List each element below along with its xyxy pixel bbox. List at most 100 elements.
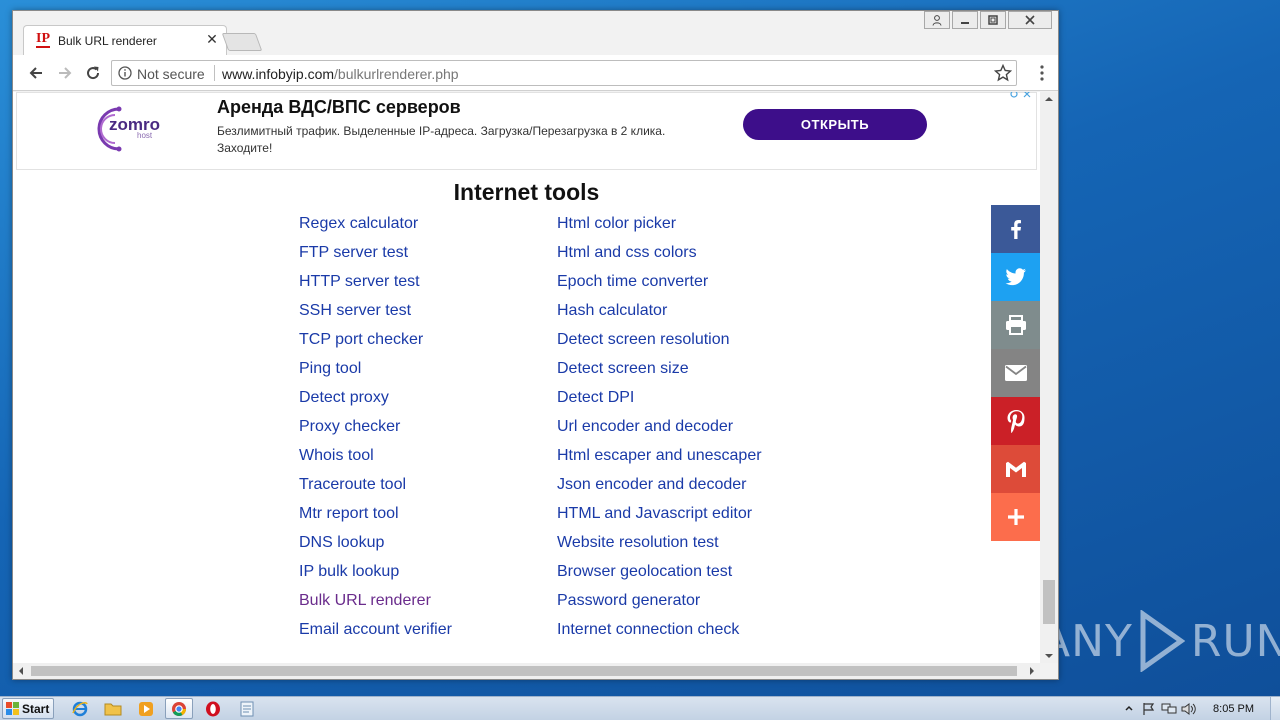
ad-logo-subtext: host bbox=[137, 131, 153, 140]
folder-icon bbox=[104, 703, 122, 715]
tab-close-icon[interactable]: ✕ bbox=[204, 31, 220, 47]
share-twitter-button[interactable] bbox=[991, 253, 1040, 301]
ad-title[interactable]: Аренда ВДС/ВПС серверов bbox=[217, 97, 461, 118]
minimize-button[interactable] bbox=[952, 11, 978, 29]
tool-link-epoch-time-converter[interactable]: Epoch time converter bbox=[557, 273, 762, 302]
tool-link-whois-tool[interactable]: Whois tool bbox=[299, 447, 452, 476]
tool-link-traceroute-tool[interactable]: Traceroute tool bbox=[299, 476, 452, 505]
vertical-scroll-thumb[interactable] bbox=[1043, 580, 1055, 624]
share-gmail-button[interactable] bbox=[991, 445, 1040, 493]
tray-volume[interactable] bbox=[1179, 699, 1199, 719]
tool-link-password-generator[interactable]: Password generator bbox=[557, 592, 762, 621]
ad-choices-icon[interactable] bbox=[1008, 92, 1034, 99]
tray-expand[interactable] bbox=[1119, 699, 1139, 719]
taskbar-chrome[interactable] bbox=[165, 698, 193, 719]
restore-button[interactable] bbox=[980, 11, 1006, 29]
tool-link-detect-screen-size[interactable]: Detect screen size bbox=[557, 360, 762, 389]
scroll-up-icon[interactable] bbox=[1044, 96, 1054, 102]
network-icon bbox=[1161, 703, 1177, 713]
watermark-right: RUN bbox=[1190, 615, 1280, 667]
arrow-right-icon bbox=[59, 67, 72, 79]
tool-link-html-escaper-and-unescaper[interactable]: Html escaper and unescaper bbox=[557, 447, 762, 476]
taskbar-notepad[interactable] bbox=[233, 698, 261, 719]
tool-link-detect-dpi[interactable]: Detect DPI bbox=[557, 389, 762, 418]
taskbar-opera[interactable] bbox=[199, 698, 227, 719]
url-text[interactable]: www.infobyip.com/bulkurlrenderer.php bbox=[222, 66, 459, 82]
tool-link-json-encoder-and-decoder[interactable]: Json encoder and decoder bbox=[557, 476, 762, 505]
tool-link-tcp-port-checker[interactable]: TCP port checker bbox=[299, 331, 452, 360]
tool-link-dns-lookup[interactable]: DNS lookup bbox=[299, 534, 452, 563]
tool-link-detect-proxy[interactable]: Detect proxy bbox=[299, 389, 452, 418]
new-tab-button[interactable] bbox=[221, 33, 263, 51]
internet-explorer-icon bbox=[72, 701, 88, 716]
tool-link-html-and-css-colors[interactable]: Html and css colors bbox=[557, 244, 762, 273]
chrome-icon bbox=[172, 701, 186, 716]
profile-button[interactable] bbox=[924, 11, 950, 29]
scroll-right-icon[interactable] bbox=[1029, 667, 1035, 675]
bookmark-star-icon[interactable] bbox=[994, 64, 1012, 82]
info-icon[interactable] bbox=[118, 66, 132, 80]
taskbar-ie[interactable] bbox=[66, 698, 94, 719]
clock[interactable]: 8:05 PM bbox=[1213, 703, 1254, 715]
windows-logo-icon bbox=[6, 701, 19, 715]
tool-link-ping-tool[interactable]: Ping tool bbox=[299, 360, 452, 389]
show-desktop-button[interactable] bbox=[1270, 697, 1280, 720]
share-pinterest-button[interactable] bbox=[991, 397, 1040, 445]
notepad-icon bbox=[240, 701, 254, 716]
tool-link-ssh-server-test[interactable]: SSH server test bbox=[299, 302, 452, 331]
tool-link-html-color-picker[interactable]: Html color picker bbox=[557, 215, 762, 244]
share-more-button[interactable] bbox=[991, 493, 1040, 541]
tool-link-website-resolution-test[interactable]: Website resolution test bbox=[557, 534, 762, 563]
share-print-button[interactable] bbox=[991, 301, 1040, 349]
reload-icon bbox=[87, 66, 100, 80]
url-path: /bulkurlrenderer.php bbox=[334, 66, 459, 82]
forward-button[interactable] bbox=[54, 62, 76, 84]
browser-titlebar[interactable]: IP Bulk URL renderer ✕ bbox=[13, 11, 1058, 55]
chevron-up-icon bbox=[1125, 705, 1133, 711]
taskbar-media-player[interactable] bbox=[132, 698, 160, 719]
address-bar[interactable]: Not secure www.infobyip.com/bulkurlrende… bbox=[111, 60, 1017, 86]
print-icon bbox=[1005, 315, 1027, 335]
scroll-left-icon[interactable] bbox=[18, 667, 24, 675]
tool-link-ip-bulk-lookup[interactable]: IP bulk lookup bbox=[299, 563, 452, 592]
tool-link-proxy-checker[interactable]: Proxy checker bbox=[299, 418, 452, 447]
tool-link-mtr-report-tool[interactable]: Mtr report tool bbox=[299, 505, 452, 534]
tool-link-bulk-url-renderer[interactable]: Bulk URL renderer bbox=[299, 592, 452, 621]
horizontal-scrollbar[interactable] bbox=[13, 663, 1040, 679]
start-button[interactable]: Start bbox=[2, 698, 54, 719]
tool-link-regex-calculator[interactable]: Regex calculator bbox=[299, 215, 452, 244]
tool-link-browser-geolocation-test[interactable]: Browser geolocation test bbox=[557, 563, 762, 592]
tray-action-center[interactable] bbox=[1139, 699, 1159, 719]
tool-link-html-and-javascript-editor[interactable]: HTML and Javascript editor bbox=[557, 505, 762, 534]
browser-tab[interactable]: IP Bulk URL renderer ✕ bbox=[23, 25, 227, 55]
vertical-scrollbar[interactable] bbox=[1040, 92, 1058, 663]
page-viewport: zomro host Аренда ВДС/ВПС серверов Безли… bbox=[13, 92, 1040, 663]
horizontal-scroll-thumb[interactable] bbox=[31, 666, 1017, 676]
flag-icon bbox=[1143, 702, 1155, 715]
share-email-button[interactable] bbox=[991, 349, 1040, 397]
close-button[interactable] bbox=[1008, 11, 1052, 29]
taskbar: Start 8:05 PM bbox=[0, 696, 1280, 720]
scroll-down-icon[interactable] bbox=[1044, 653, 1054, 659]
tool-link-internet-connection-check[interactable]: Internet connection check bbox=[557, 621, 762, 650]
taskbar-explorer[interactable] bbox=[99, 698, 127, 719]
tool-link-http-server-test[interactable]: HTTP server test bbox=[299, 273, 452, 302]
tray-network[interactable] bbox=[1159, 699, 1179, 719]
ad-open-button[interactable]: ОТКРЫТЬ bbox=[743, 109, 927, 140]
tool-link-hash-calculator[interactable]: Hash calculator bbox=[557, 302, 762, 331]
kebab-menu-icon[interactable] bbox=[1040, 65, 1044, 81]
tool-link-url-encoder-and-decoder[interactable]: Url encoder and decoder bbox=[557, 418, 762, 447]
reload-button[interactable] bbox=[82, 62, 104, 84]
system-tray: 8:05 PM bbox=[1119, 697, 1280, 720]
media-player-icon bbox=[139, 701, 153, 716]
tool-link-email-account-verifier[interactable]: Email account verifier bbox=[299, 621, 452, 650]
plus-icon bbox=[1007, 508, 1025, 526]
back-button[interactable] bbox=[25, 62, 47, 84]
tool-link-ftp-server-test[interactable]: FTP server test bbox=[299, 244, 452, 273]
address-separator bbox=[214, 65, 215, 81]
share-bar bbox=[991, 205, 1040, 541]
tool-link-detect-screen-resolution[interactable]: Detect screen resolution bbox=[557, 331, 762, 360]
ad-banner[interactable]: zomro host Аренда ВДС/ВПС серверов Безли… bbox=[16, 92, 1037, 170]
browser-window: IP Bulk URL renderer ✕ Not secure www.in… bbox=[12, 10, 1059, 680]
share-facebook-button[interactable] bbox=[991, 205, 1040, 253]
